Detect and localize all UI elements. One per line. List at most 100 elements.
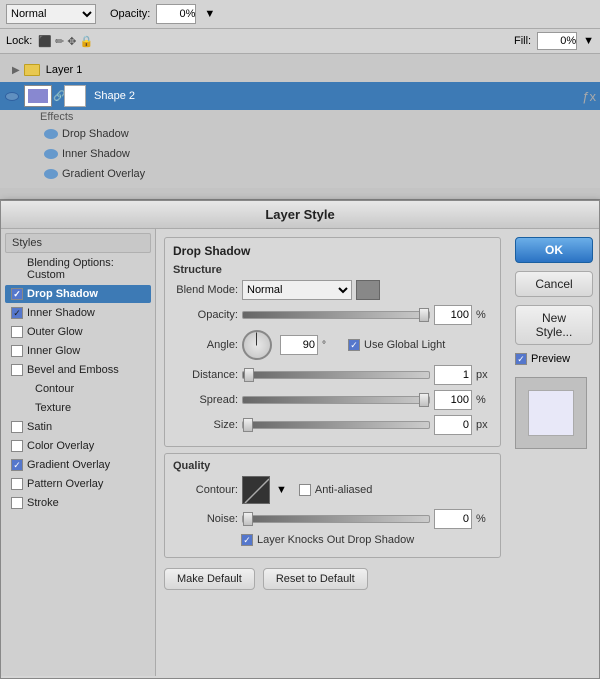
inner-shadow-effect-row[interactable]: Inner Shadow <box>40 144 600 164</box>
opacity-input[interactable]: 0% <box>156 4 196 24</box>
dialog-main-panel: Drop Shadow Structure Blend Mode: Normal… <box>156 229 509 676</box>
reset-to-default-button[interactable]: Reset to Default <box>263 568 368 590</box>
drop-shadow-title: Drop Shadow <box>173 244 492 258</box>
lock-position-icon[interactable]: ✥ <box>67 35 76 48</box>
bevel-emboss-checkbox[interactable] <box>11 364 23 376</box>
sidebar-drop-shadow[interactable]: ✓ Drop Shadow <box>5 285 151 303</box>
layer-eye-toggle[interactable] <box>4 88 20 104</box>
opacity-row: Opacity: % <box>173 305 492 325</box>
inner-glow-checkbox[interactable] <box>11 345 23 357</box>
preview-shape <box>528 390 574 436</box>
quality-section: Quality Contour: ▼ Anti-aliased <box>164 453 501 558</box>
lock-image-icon[interactable]: ✏ <box>55 35 64 48</box>
gradient-overlay-eye[interactable] <box>44 169 58 179</box>
inner-shadow-checkbox[interactable]: ✓ <box>11 307 23 319</box>
sidebar-pattern-overlay[interactable]: Pattern Overlay <box>5 475 151 493</box>
sidebar-styles[interactable]: Styles <box>5 233 151 253</box>
layer-group-arrow[interactable]: ▶ <box>12 65 20 76</box>
distance-label: Distance: <box>173 369 238 381</box>
contour-label: Contour: <box>173 484 238 496</box>
size-slider[interactable] <box>242 421 430 429</box>
drop-shadow-eye[interactable] <box>44 129 58 139</box>
sidebar-blending-options[interactable]: Blending Options: Custom <box>5 254 151 284</box>
cancel-button[interactable]: Cancel <box>515 271 593 297</box>
drop-shadow-color-swatch[interactable] <box>356 280 380 300</box>
use-global-light-label[interactable]: ✓ Use Global Light <box>348 339 445 351</box>
blend-mode-select[interactable]: Normal <box>6 4 96 24</box>
quality-title: Quality <box>173 460 492 472</box>
stroke-checkbox[interactable] <box>11 497 23 509</box>
shape2-name[interactable]: Shape 2 <box>90 90 578 102</box>
opacity-dropdown-arrow[interactable]: ▼ <box>204 8 215 20</box>
satin-checkbox[interactable] <box>11 421 23 433</box>
sidebar-bevel-emboss[interactable]: Bevel and Emboss <box>5 361 151 379</box>
sidebar-satin[interactable]: Satin <box>5 418 151 436</box>
contour-dropdown[interactable]: ▼ <box>276 484 287 496</box>
effects-label: Effects <box>40 110 600 124</box>
preview-text: Preview <box>531 353 570 365</box>
spread-row: Spread: % <box>173 390 492 410</box>
outer-glow-checkbox[interactable] <box>11 326 23 338</box>
lock-label: Lock: <box>6 35 32 47</box>
sidebar-color-overlay[interactable]: Color Overlay <box>5 437 151 455</box>
anti-aliased-label[interactable]: Anti-aliased <box>299 484 372 496</box>
gradient-overlay-effect-label[interactable]: Gradient Overlay <box>62 168 145 180</box>
anti-aliased-checkbox[interactable] <box>299 484 311 496</box>
layer-knocks-out-row: ✓ Layer Knocks Out Drop Shadow <box>173 534 492 546</box>
gradient-overlay-effect-row[interactable]: Gradient Overlay <box>40 164 600 184</box>
sidebar-stroke[interactable]: Stroke <box>5 494 151 512</box>
layer-knocks-out-label[interactable]: ✓ Layer Knocks Out Drop Shadow <box>241 534 414 546</box>
sidebar-inner-glow[interactable]: Inner Glow <box>5 342 151 360</box>
sidebar-outer-glow[interactable]: Outer Glow <box>5 323 151 341</box>
inner-shadow-effect-label[interactable]: Inner Shadow <box>62 148 130 160</box>
use-global-light-checkbox[interactable]: ✓ <box>348 339 360 351</box>
spread-value-input[interactable] <box>434 390 472 410</box>
angle-label: Angle: <box>173 339 238 351</box>
drop-shadow-effect-label[interactable]: Drop Shadow <box>62 128 129 140</box>
fill-input[interactable] <box>537 32 577 50</box>
layer1-name[interactable]: Layer 1 <box>46 64 83 76</box>
angle-dial[interactable] <box>242 330 272 360</box>
opacity-slider[interactable] <box>242 311 430 319</box>
angle-line <box>256 333 257 346</box>
opacity-value-input[interactable] <box>434 305 472 325</box>
layer-knocks-out-checkbox[interactable]: ✓ <box>241 534 253 546</box>
fill-dropdown-arrow[interactable]: ▼ <box>583 35 594 47</box>
distance-slider[interactable] <box>242 371 430 379</box>
distance-value-input[interactable] <box>434 365 472 385</box>
angle-value-input[interactable] <box>280 335 318 355</box>
layer-mask-thumb <box>64 85 86 107</box>
inner-shadow-eye[interactable] <box>44 149 58 159</box>
sidebar-inner-shadow[interactable]: ✓ Inner Shadow <box>5 304 151 322</box>
make-default-button[interactable]: Make Default <box>164 568 255 590</box>
lock-transparent-icon[interactable]: ⬛ <box>38 35 52 48</box>
opacity-label: Opacity: <box>110 8 150 20</box>
layer-link-icon: 🔗 <box>53 91 63 102</box>
contour-thumbnail[interactable] <box>242 476 270 504</box>
lock-all-icon[interactable]: 🔒 <box>79 35 93 48</box>
drop-shadow-blend-mode-select[interactable]: Normal Multiply <box>242 280 352 300</box>
sidebar-texture[interactable]: Texture <box>5 399 151 417</box>
noise-value-input[interactable] <box>434 509 472 529</box>
gradient-overlay-checkbox[interactable]: ✓ <box>11 459 23 471</box>
size-value-input[interactable] <box>434 415 472 435</box>
drop-shadow-effect-row[interactable]: Drop Shadow <box>40 124 600 144</box>
preview-label-row: ✓ Preview <box>515 353 593 365</box>
opacity-unit: % <box>476 309 492 321</box>
drop-shadow-section: Drop Shadow Structure Blend Mode: Normal… <box>164 237 501 447</box>
folder-icon <box>24 64 40 76</box>
ok-button[interactable]: OK <box>515 237 593 263</box>
pattern-overlay-checkbox[interactable] <box>11 478 23 490</box>
layer-fx-icon[interactable]: ƒx <box>582 89 596 104</box>
preview-checkbox[interactable]: ✓ <box>515 353 527 365</box>
spread-slider[interactable] <box>242 396 430 404</box>
sidebar-contour[interactable]: Contour <box>5 380 151 398</box>
color-overlay-checkbox[interactable] <box>11 440 23 452</box>
fill-label: Fill: <box>514 35 531 47</box>
sidebar-gradient-overlay[interactable]: ✓ Gradient Overlay <box>5 456 151 474</box>
noise-slider[interactable] <box>242 515 430 523</box>
new-style-button[interactable]: New Style... <box>515 305 593 345</box>
bottom-buttons: Make Default Reset to Default <box>164 568 501 590</box>
drop-shadow-checkbox[interactable]: ✓ <box>11 288 23 300</box>
noise-row: Noise: % <box>173 509 492 529</box>
